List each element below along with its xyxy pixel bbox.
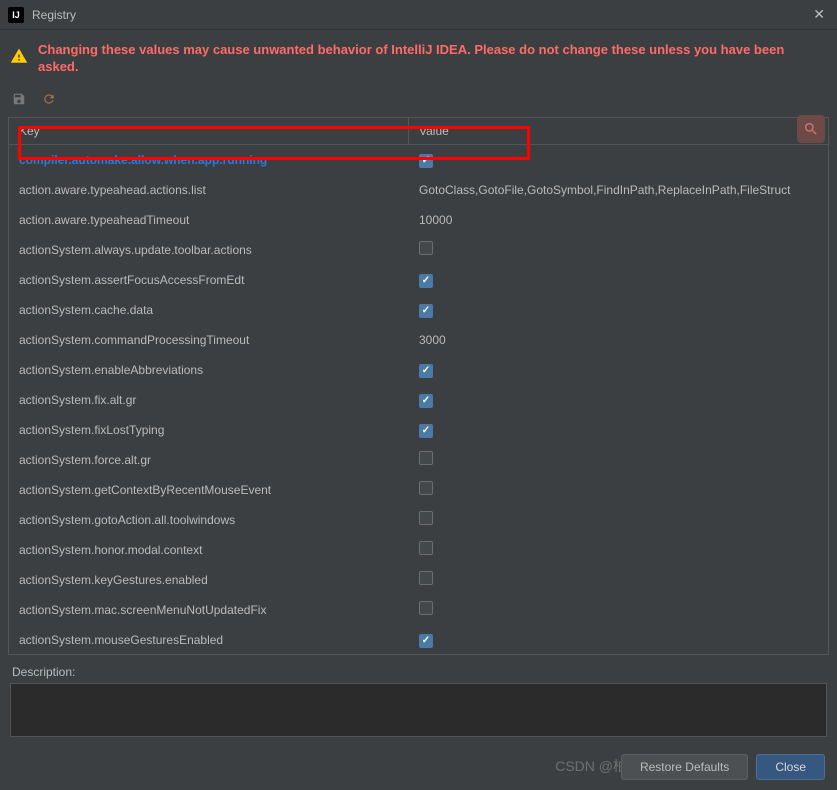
table-row[interactable]: actionSystem.cache.data xyxy=(9,295,828,325)
checkbox[interactable] xyxy=(419,154,433,168)
warning-text: Changing these values may cause unwanted… xyxy=(38,42,827,76)
column-value[interactable]: Value xyxy=(409,118,828,144)
checkbox[interactable] xyxy=(419,451,433,465)
search-icon[interactable] xyxy=(797,115,825,143)
toolbar xyxy=(0,88,837,117)
checkbox[interactable] xyxy=(419,541,433,555)
close-icon[interactable]: ✕ xyxy=(809,2,829,27)
description-box xyxy=(10,683,827,737)
table-row[interactable]: actionSystem.assertFocusAccessFromEdt xyxy=(9,265,828,295)
registry-value[interactable] xyxy=(409,422,828,438)
app-icon: IJ xyxy=(8,7,24,23)
registry-key: actionSystem.cache.data xyxy=(9,303,409,317)
registry-value[interactable] xyxy=(409,571,828,588)
registry-key: actionSystem.fix.alt.gr xyxy=(9,393,409,407)
registry-key: actionSystem.honor.modal.context xyxy=(9,543,409,557)
checkbox[interactable] xyxy=(419,394,433,408)
registry-value[interactable] xyxy=(409,302,828,318)
registry-value[interactable] xyxy=(409,152,828,168)
registry-value[interactable]: 3000 xyxy=(409,333,828,347)
table-row[interactable]: actionSystem.keyGestures.enabled xyxy=(9,565,828,595)
registry-value[interactable] xyxy=(409,241,828,258)
checkbox[interactable] xyxy=(419,571,433,585)
table-row[interactable]: actionSystem.commandProcessingTimeout300… xyxy=(9,325,828,355)
checkbox[interactable] xyxy=(419,424,433,438)
table-row[interactable]: actionSystem.fixLostTyping xyxy=(9,415,828,445)
window-title: Registry xyxy=(32,8,76,22)
table-row[interactable]: action.aware.typeahead.actions.listGotoC… xyxy=(9,175,828,205)
registry-key: action.aware.typeahead.actions.list xyxy=(9,183,409,197)
checkbox[interactable] xyxy=(419,601,433,615)
registry-key: actionSystem.enableAbbreviations xyxy=(9,363,409,377)
rows-container[interactable]: compiler.automake.allow.when.app.running… xyxy=(8,145,829,655)
table-row[interactable]: actionSystem.fix.alt.gr xyxy=(9,385,828,415)
warning-banner: Changing these values may cause unwanted… xyxy=(0,30,837,88)
registry-key: actionSystem.mac.screenMenuNotUpdatedFix xyxy=(9,603,409,617)
registry-value[interactable] xyxy=(409,481,828,498)
table-row[interactable]: action.aware.typeaheadTimeout10000 xyxy=(9,205,828,235)
table-row[interactable]: actionSystem.mac.screenMenuNotUpdatedFix xyxy=(9,595,828,625)
registry-value[interactable] xyxy=(409,632,828,648)
table-header: Key Value xyxy=(8,117,829,145)
registry-value[interactable] xyxy=(409,451,828,468)
checkbox[interactable] xyxy=(419,481,433,495)
table-row[interactable]: actionSystem.enableAbbreviations xyxy=(9,355,828,385)
registry-table: Key Value compiler.automake.allow.when.a… xyxy=(8,117,829,655)
table-row[interactable]: actionSystem.gotoAction.all.toolwindows xyxy=(9,505,828,535)
registry-key: actionSystem.keyGestures.enabled xyxy=(9,573,409,587)
checkbox[interactable] xyxy=(419,241,433,255)
checkbox[interactable] xyxy=(419,274,433,288)
registry-value[interactable] xyxy=(409,392,828,408)
table-row[interactable]: actionSystem.force.alt.gr xyxy=(9,445,828,475)
registry-value[interactable] xyxy=(409,272,828,288)
registry-key: compiler.automake.allow.when.app.running xyxy=(9,153,409,167)
close-button[interactable]: Close xyxy=(756,754,825,780)
registry-key: action.aware.typeaheadTimeout xyxy=(9,213,409,227)
registry-key: actionSystem.commandProcessingTimeout xyxy=(9,333,409,347)
checkbox[interactable] xyxy=(419,511,433,525)
checkbox[interactable] xyxy=(419,364,433,378)
checkbox[interactable] xyxy=(419,634,433,648)
warning-icon xyxy=(10,47,28,70)
registry-key: actionSystem.gotoAction.all.toolwindows xyxy=(9,513,409,527)
registry-value[interactable] xyxy=(409,362,828,378)
registry-value[interactable] xyxy=(409,511,828,528)
registry-value[interactable] xyxy=(409,601,828,618)
registry-key: actionSystem.getContextByRecentMouseEven… xyxy=(9,483,409,497)
table-row[interactable]: actionSystem.getContextByRecentMouseEven… xyxy=(9,475,828,505)
checkbox[interactable] xyxy=(419,304,433,318)
table-row[interactable]: actionSystem.mouseGesturesEnabled xyxy=(9,625,828,655)
titlebar: IJ Registry ✕ xyxy=(0,0,837,30)
restore-defaults-button[interactable]: Restore Defaults xyxy=(621,754,748,780)
refresh-icon[interactable] xyxy=(42,92,56,109)
table-row[interactable]: actionSystem.always.update.toolbar.actio… xyxy=(9,235,828,265)
description-label: Description: xyxy=(0,655,837,683)
registry-value[interactable]: 10000 xyxy=(409,213,828,227)
registry-key: actionSystem.mouseGesturesEnabled xyxy=(9,633,409,647)
registry-key: actionSystem.fixLostTyping xyxy=(9,423,409,437)
registry-key: actionSystem.assertFocusAccessFromEdt xyxy=(9,273,409,287)
registry-key: actionSystem.always.update.toolbar.actio… xyxy=(9,243,409,257)
table-row[interactable]: actionSystem.honor.modal.context xyxy=(9,535,828,565)
registry-value[interactable] xyxy=(409,541,828,558)
footer: Restore Defaults Close xyxy=(621,754,825,780)
save-icon[interactable] xyxy=(12,92,26,109)
table-row[interactable]: compiler.automake.allow.when.app.running xyxy=(9,145,828,175)
registry-value[interactable]: GotoClass,GotoFile,GotoSymbol,FindInPath… xyxy=(409,183,828,197)
registry-key: actionSystem.force.alt.gr xyxy=(9,453,409,467)
column-key[interactable]: Key xyxy=(9,118,409,144)
